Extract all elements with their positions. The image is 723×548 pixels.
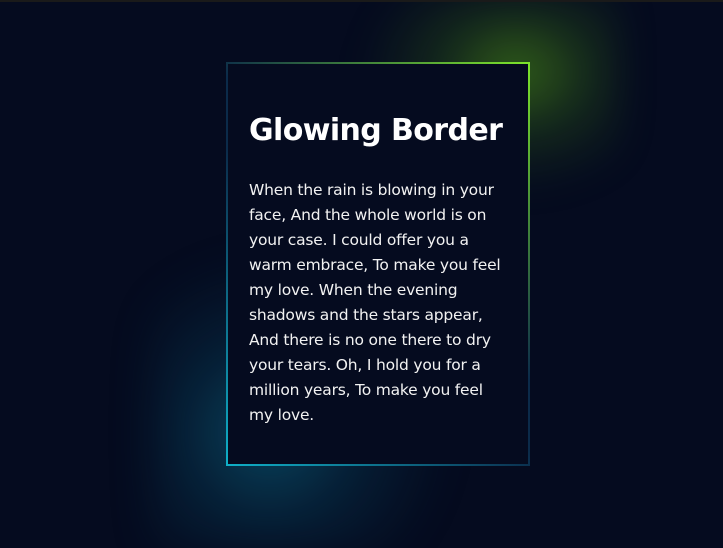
glowing-border-card: Glowing Border When the rain is blowing …: [226, 62, 530, 466]
card-paragraph: When the rain is blowing in your face, A…: [249, 181, 501, 424]
card-content: Glowing Border When the rain is blowing …: [249, 112, 509, 428]
page: Glowing Border When the rain is blowing …: [0, 0, 723, 548]
card-title: Glowing Border: [249, 113, 503, 148]
